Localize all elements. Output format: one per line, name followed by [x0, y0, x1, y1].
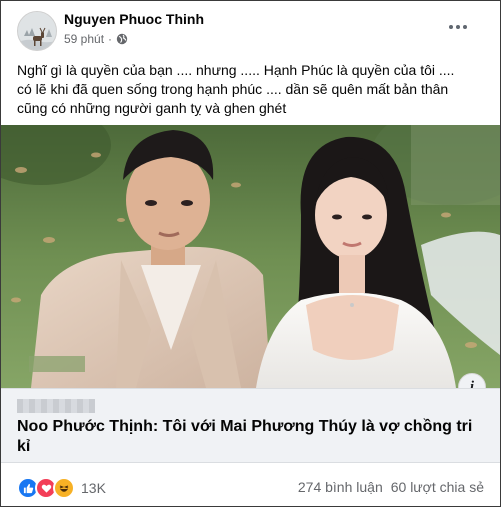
post-stats: 274 bình luận 60 lượt chia sẻ: [298, 479, 484, 495]
caption-line: Nghĩ gì là quyền của bạn .... nhưng ....…: [17, 62, 455, 78]
post-caption: Nghĩ gì là quyền của bạn .... nhưng ....…: [17, 61, 487, 118]
photo-illustration: [1, 125, 500, 388]
link-preview[interactable]: Noo Phước Thịnh: Tôi với Mai Phương Thúy…: [1, 388, 500, 463]
meta-separator: ·: [108, 32, 113, 46]
reaction-count: 13K: [81, 480, 106, 496]
haha-reaction-icon: [53, 477, 75, 499]
share-count[interactable]: 60 lượt chia sẻ: [391, 479, 484, 495]
link-title[interactable]: Noo Phước Thịnh: Tôi với Mai Phương Thúy…: [17, 417, 487, 457]
comment-count[interactable]: 274 bình luận: [298, 479, 383, 495]
author-avatar[interactable]: [17, 11, 57, 51]
post-header: Nguyen Phuoc Thinh 59 phút ·: [1, 1, 500, 57]
globe-icon: [116, 33, 128, 45]
post-meta: 59 phút ·: [64, 32, 128, 46]
post-card: Nguyen Phuoc Thinh 59 phút · Nghĩ gì là …: [0, 0, 501, 507]
caption-line: cũng có những người ganh tỵ và ghen ghét: [17, 100, 287, 116]
link-title-line: Noo Phước Thịnh: Tôi với Mai Phương Thúy…: [17, 418, 473, 435]
avatar-deer-icon: [18, 12, 56, 50]
author-name[interactable]: Nguyen Phuoc Thinh: [64, 11, 204, 27]
reactions-summary[interactable]: 13K: [17, 477, 106, 499]
caption-line: có lẽ khi đã quen sống trong hạnh phúc .…: [17, 81, 449, 97]
more-options-icon[interactable]: [444, 15, 472, 39]
link-title-line: kỉ: [17, 438, 31, 455]
post-time[interactable]: 59 phút: [64, 32, 104, 46]
post-footer: 13K 274 bình luận 60 lượt chia sẻ: [1, 469, 500, 505]
post-photo[interactable]: [1, 125, 500, 388]
link-domain-blurred: [17, 399, 95, 413]
